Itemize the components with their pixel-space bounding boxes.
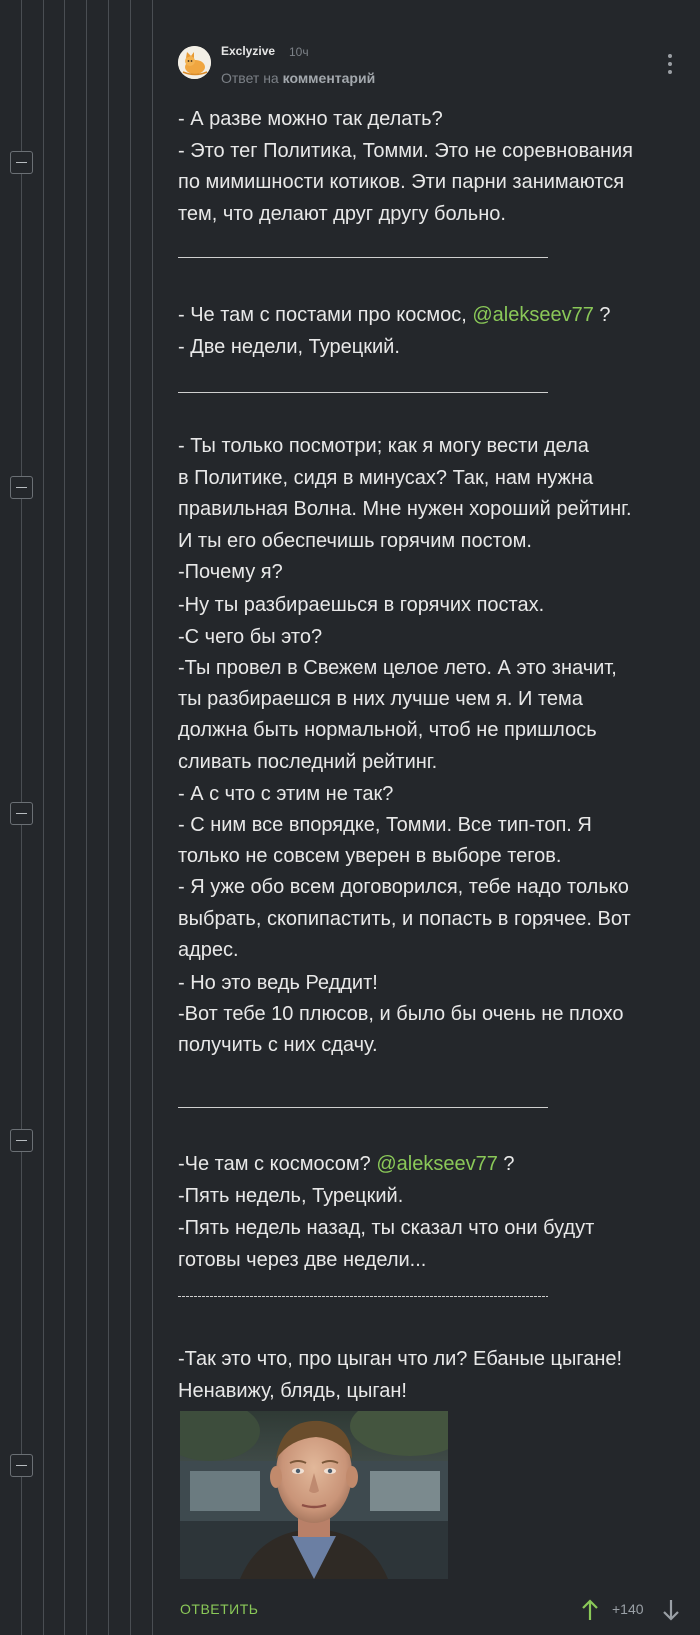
thread-line bbox=[64, 0, 65, 1635]
text-line: адрес. bbox=[178, 939, 239, 961]
text-fragment: ? bbox=[497, 1153, 515, 1175]
arrow-down-icon[interactable] bbox=[661, 1598, 681, 1622]
text-line: -С чего бы это? bbox=[178, 626, 323, 648]
text-line: -Ну ты разбираешься в горячих постах. bbox=[178, 594, 545, 616]
text-line: -Пять недель назад, ты сказал что они бу… bbox=[178, 1217, 595, 1239]
thread-line bbox=[43, 0, 44, 1635]
reply-to-prefix: Ответ на bbox=[221, 70, 279, 86]
text-fragment: -Че там с космосом? bbox=[178, 1153, 377, 1175]
text-line: в Политике, сидя в минусах? Так, нам нуж… bbox=[178, 466, 594, 489]
text-separator bbox=[178, 1296, 548, 1297]
text-line: - Две недели, Турецкий. bbox=[178, 335, 400, 358]
comment-image[interactable] bbox=[180, 1411, 448, 1579]
text-line: должна быть нормальной, чтоб не пришлось bbox=[178, 719, 597, 741]
text-line: - Это тег Политика, Томми. Это не соревн… bbox=[178, 139, 634, 162]
text-line: выбрать, скопипастить, и попасть в горяч… bbox=[178, 908, 631, 930]
text-line: - Я уже обо всем договорился, тебе надо … bbox=[178, 876, 629, 898]
text-fragment: ? bbox=[593, 304, 611, 326]
text-line: -Вот тебе 10 плюсов, и было бы очень не … bbox=[178, 1003, 624, 1025]
collapse-thread-button[interactable] bbox=[10, 476, 33, 499]
arrow-up-icon[interactable] bbox=[580, 1598, 600, 1622]
text-fragment: - Че там с постами про космос, bbox=[178, 304, 473, 326]
text-line: по мимишности котиков. Эти парни занимаю… bbox=[178, 171, 625, 193]
text-separator bbox=[178, 392, 548, 393]
text-separator bbox=[178, 1107, 548, 1108]
comment-author[interactable]: Exclyzive bbox=[221, 44, 275, 58]
user-mention-link[interactable]: @alekseev77 bbox=[472, 304, 593, 326]
comment-thread-guides bbox=[0, 0, 160, 1635]
text-line: -Че там с космосом? @alekseev77 ? bbox=[178, 1149, 683, 1181]
comment-rating: +140 bbox=[612, 1601, 644, 1617]
text-line: тем, что делают друг другу больно. bbox=[178, 202, 506, 225]
text-line: И ты его обеспечишь горячим постом. bbox=[178, 529, 532, 552]
text-line: ты разбираешся в них лучше чем я. И тема bbox=[178, 688, 583, 710]
text-line: - Но это ведь Реддит! bbox=[178, 972, 378, 994]
collapse-thread-button[interactable] bbox=[10, 1454, 33, 1477]
reply-to-link[interactable]: комментарий bbox=[283, 70, 376, 86]
text-line: готовы через две недели... bbox=[178, 1249, 427, 1271]
text-line: -Так это что, про цыган что ли? Ебаные ц… bbox=[178, 1348, 623, 1370]
text-line: Ненавижу, блядь, цыган! bbox=[178, 1380, 407, 1402]
text-line: - А разве можно так делать? bbox=[178, 108, 443, 130]
text-line: получить с них сдачу. bbox=[178, 1034, 378, 1056]
collapse-thread-button[interactable] bbox=[10, 802, 33, 825]
text-line: только не совсем уверен в выборе тегов. bbox=[178, 845, 562, 867]
text-line: правильная Волна. Мне нужен хороший рейт… bbox=[178, 498, 632, 520]
avatar-cat-icon[interactable] bbox=[178, 46, 211, 79]
thread-line bbox=[86, 0, 87, 1635]
reply-to-label: Ответ на комментарий bbox=[221, 70, 375, 86]
text-separator bbox=[178, 257, 548, 258]
text-line: -Пять недель, Турецкий. bbox=[178, 1185, 404, 1207]
thread-line bbox=[152, 0, 153, 1635]
comment-time: 10ч bbox=[289, 45, 309, 59]
collapse-thread-button[interactable] bbox=[10, 151, 33, 174]
text-line: - Ты только посмотри; как я могу вести д… bbox=[178, 435, 589, 457]
thread-line bbox=[108, 0, 109, 1635]
text-line: - С ним все впорядке, Томми. Все тип-топ… bbox=[178, 814, 592, 836]
text-line: - Че там с постами про космос, @alekseev… bbox=[178, 300, 683, 332]
user-mention-link[interactable]: @alekseev77 bbox=[376, 1153, 497, 1175]
text-line: -Почему я? bbox=[178, 561, 283, 583]
text-line: - А с что с этим не так? bbox=[178, 783, 394, 805]
thread-line bbox=[130, 0, 131, 1635]
collapse-thread-button[interactable] bbox=[10, 1129, 33, 1152]
text-line: сливать последний рейтинг. bbox=[178, 751, 438, 773]
text-line: -Ты провел в Свежем целое лето. А это зн… bbox=[178, 657, 617, 679]
comment-header: Exclyzive 10ч Ответ на комментарий bbox=[178, 44, 678, 90]
more-vertical-icon[interactable] bbox=[662, 52, 678, 76]
reply-button[interactable]: ОТВЕТИТЬ bbox=[180, 1601, 258, 1617]
